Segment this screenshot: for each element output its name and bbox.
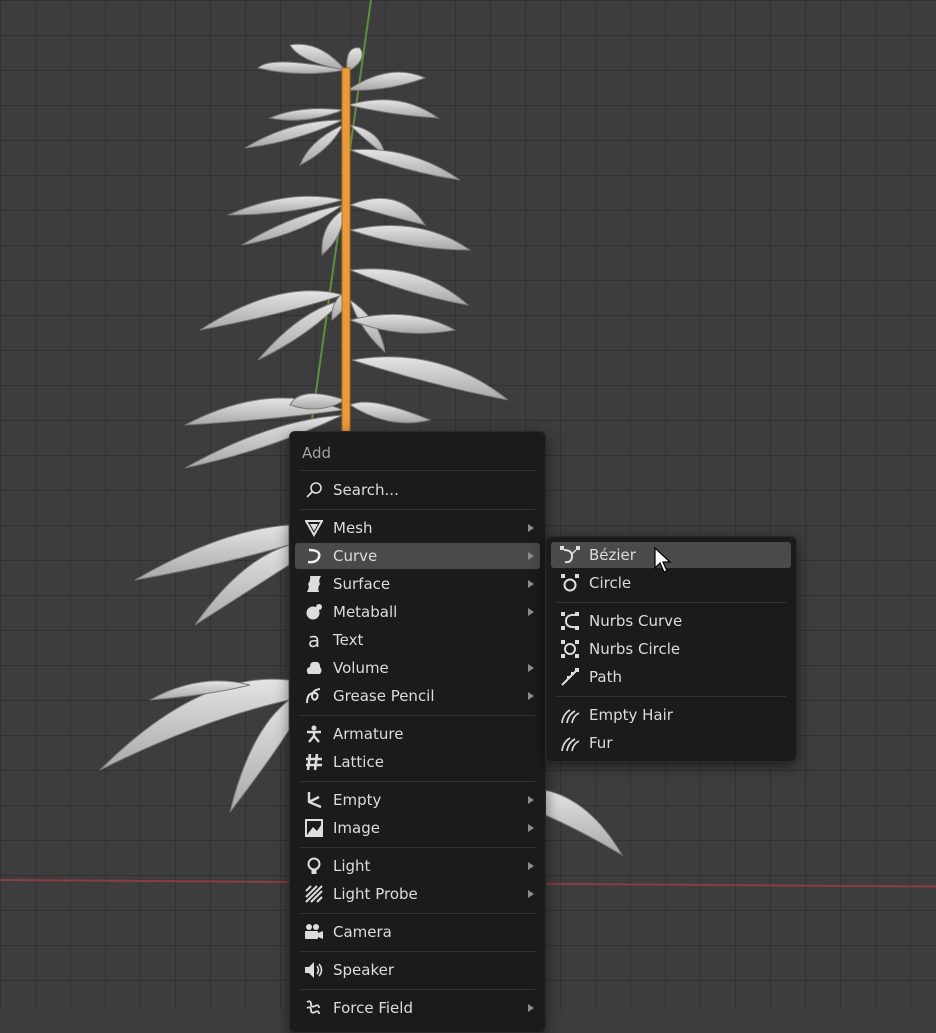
force-field-icon xyxy=(303,997,325,1019)
light-probe-icon xyxy=(303,883,325,905)
menu-item-surface[interactable]: Surface xyxy=(295,571,540,597)
volume-icon xyxy=(303,657,325,679)
text-icon: a xyxy=(303,629,325,651)
separator xyxy=(556,696,786,697)
search-icon xyxy=(303,479,325,501)
speaker-icon xyxy=(303,959,325,981)
submenu-item-nurbs-curve[interactable]: Nurbs Curve xyxy=(551,608,791,634)
menu-item-mesh[interactable]: Mesh xyxy=(295,515,540,541)
separator xyxy=(300,781,535,782)
submenu-item-empty-hair[interactable]: Empty Hair xyxy=(551,702,791,728)
submenu-arrow xyxy=(528,1004,534,1012)
nurbs-circle-icon xyxy=(559,638,581,660)
separator xyxy=(300,951,535,952)
image-icon xyxy=(303,817,325,839)
leaf xyxy=(348,401,432,424)
svg-text:a: a xyxy=(308,630,320,650)
menu-item-empty[interactable]: Empty xyxy=(295,787,540,813)
menu-item-image[interactable]: Image xyxy=(295,815,540,841)
curve-icon xyxy=(303,545,325,567)
stem xyxy=(341,67,351,439)
leaf xyxy=(268,108,344,121)
separator xyxy=(300,913,535,914)
light-icon xyxy=(303,855,325,877)
nurbs-curve-icon xyxy=(559,610,581,632)
leaf xyxy=(289,393,347,410)
submenu-item-nurbs-circle[interactable]: Nurbs Circle xyxy=(551,636,791,662)
menu-item-camera[interactable]: Camera xyxy=(295,919,540,945)
leaf xyxy=(348,268,470,306)
camera-icon xyxy=(303,921,325,943)
search-item[interactable]: Search... xyxy=(295,477,540,503)
submenu-arrow xyxy=(528,552,534,560)
separator xyxy=(300,509,535,510)
empty-hair-icon xyxy=(559,704,581,726)
search-label: Search... xyxy=(333,481,399,499)
separator xyxy=(300,847,535,848)
separator xyxy=(300,715,535,716)
leaf xyxy=(348,197,427,226)
fur-icon xyxy=(559,732,581,754)
menu-item-curve[interactable]: Curve xyxy=(295,543,540,569)
menu-item-text[interactable]: a Text xyxy=(295,627,540,653)
submenu-arrow xyxy=(528,890,534,898)
submenu-arrow xyxy=(528,580,534,588)
add-menu: Add Search... Mesh Curve Surface Metabal… xyxy=(289,431,546,1033)
separator xyxy=(300,470,535,471)
menu-item-metaball[interactable]: Metaball xyxy=(295,599,540,625)
menu-item-grease-pencil[interactable]: Grease Pencil xyxy=(295,683,540,709)
menu-item-lattice[interactable]: Lattice xyxy=(295,749,540,775)
leaf xyxy=(346,71,427,91)
bezier-icon xyxy=(559,544,581,566)
lattice-icon xyxy=(303,751,325,773)
menu-item-volume[interactable]: Volume xyxy=(295,655,540,681)
leaf xyxy=(229,698,290,813)
separator xyxy=(556,602,786,603)
menu-item-armature[interactable]: Armature xyxy=(295,721,540,747)
leaf xyxy=(349,148,461,181)
mouse-cursor-icon xyxy=(654,547,672,573)
submenu-item-fur[interactable]: Fur xyxy=(551,730,791,756)
leaf xyxy=(346,99,440,119)
mesh-icon xyxy=(303,517,325,539)
submenu-arrow xyxy=(528,664,534,672)
submenu-arrow xyxy=(528,608,534,616)
menu-item-light[interactable]: Light xyxy=(295,853,540,879)
separator xyxy=(300,989,535,990)
menu-item-force-field[interactable]: Force Field xyxy=(295,995,540,1021)
leaf xyxy=(544,789,624,857)
menu-item-speaker[interactable]: Speaker xyxy=(295,957,540,983)
surface-icon xyxy=(303,573,325,595)
metaball-icon xyxy=(303,601,325,623)
menu-item-light-probe[interactable]: Light Probe xyxy=(295,881,540,907)
circle-curve-icon xyxy=(559,572,581,594)
empty-icon xyxy=(303,789,325,811)
submenu-arrow xyxy=(528,796,534,804)
leaf xyxy=(348,225,472,251)
submenu-arrow xyxy=(528,692,534,700)
submenu-arrow xyxy=(528,524,534,532)
path-icon xyxy=(559,666,581,688)
submenu-arrow xyxy=(528,862,534,870)
submenu-item-path[interactable]: Path xyxy=(551,664,791,690)
submenu-arrow xyxy=(528,824,534,832)
menu-title: Add xyxy=(302,444,332,462)
armature-icon xyxy=(303,723,325,745)
leaf xyxy=(351,356,509,401)
grease-pencil-icon xyxy=(303,685,325,707)
